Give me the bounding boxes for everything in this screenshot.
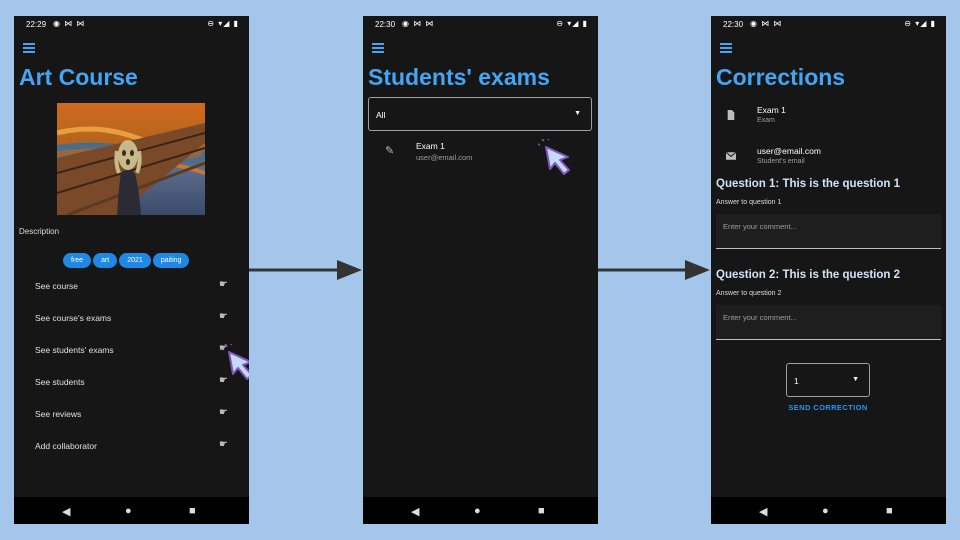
exam-student-email: user@email.com: [416, 153, 473, 162]
exam-filter-select[interactable]: All ▼: [368, 97, 592, 131]
phone-screen-art-course: 22:29 ◉ ⋈ ⋈ ⊖ ▾◢ ▮ Art Course Descriptio…: [14, 16, 249, 524]
question-title: Question 2: This is the question 2: [716, 269, 901, 281]
status-bar: 22:29 ◉ ⋈ ⋈ ⊖ ▾◢ ▮: [14, 16, 249, 34]
comment-field[interactable]: Enter your comment...: [716, 214, 941, 249]
menu-item-see-course-exams[interactable]: See course's exams ☛: [14, 302, 249, 334]
exam-info-row: Exam 1 Exam: [711, 104, 946, 134]
menu-item-see-students[interactable]: See students ☛: [14, 366, 249, 398]
question-answer: Answer to question 2: [716, 290, 782, 297]
grade-value: 1: [794, 376, 799, 386]
menu-item-label: See students' exams: [35, 345, 114, 355]
tag-chip: paiting: [152, 253, 190, 268]
course-image: [57, 103, 205, 215]
android-nav-bar: ◀ ● ■: [14, 497, 249, 524]
page-title: Art Course: [19, 64, 138, 90]
recents-icon[interactable]: ■: [886, 505, 893, 517]
system-icons: ⊖ ▾◢ ▮: [207, 19, 239, 28]
dropdown-arrow-icon: ▼: [852, 376, 859, 383]
menu-item-label: See course: [35, 281, 78, 291]
notification-icons: ◉ ⋈ ⋈: [750, 19, 783, 28]
notification-icons: ◉ ⋈ ⋈: [402, 19, 435, 28]
home-icon[interactable]: ●: [822, 505, 829, 517]
question-answer: Answer to question 1: [716, 199, 782, 206]
hamburger-menu-icon[interactable]: [372, 43, 384, 53]
menu-item-label: See course's exams: [35, 313, 112, 323]
recents-icon[interactable]: ■: [538, 505, 545, 517]
menu-item-label: Add collaborator: [35, 441, 97, 451]
dropdown-arrow-icon: ▼: [574, 110, 581, 117]
thumb-icon: ☛: [219, 311, 228, 322]
description-label: Description: [19, 227, 60, 236]
menu-item-add-collaborator[interactable]: Add collaborator ☛: [14, 430, 249, 462]
pencil-icon: ✎: [385, 145, 395, 157]
mail-icon: [726, 151, 736, 160]
tag-chip: art: [93, 253, 118, 268]
menu-item-see-course[interactable]: See course ☛: [14, 270, 249, 302]
filter-value: All: [376, 110, 386, 120]
menu-item-label: See students: [35, 377, 85, 387]
home-icon[interactable]: ●: [125, 505, 132, 517]
back-icon[interactable]: ◀: [62, 505, 70, 518]
home-icon[interactable]: ●: [474, 505, 481, 517]
status-bar: 22:30 ◉ ⋈ ⋈ ⊖ ▾◢ ▮: [711, 16, 946, 34]
email-info-row: user@email.com Student's email: [711, 145, 946, 175]
grade-select[interactable]: 1 ▼: [786, 363, 870, 397]
hamburger-menu-icon[interactable]: [720, 43, 732, 53]
menu-item-label: See reviews: [35, 409, 82, 419]
thumb-icon: ☛: [219, 407, 228, 418]
send-correction-button[interactable]: SEND CORRECTION: [781, 403, 875, 412]
tag-chip: 2021: [119, 253, 151, 268]
menu-item-see-reviews[interactable]: See reviews ☛: [14, 398, 249, 430]
document-icon: [727, 110, 735, 120]
phone-screen-students-exams: 22:30 ◉ ⋈ ⋈ ⊖ ▾◢ ▮ Students' exams All ▼…: [363, 16, 598, 524]
page-title: Corrections: [716, 64, 846, 90]
question-title: Question 1: This is the question 1: [716, 178, 901, 190]
phone-screen-corrections: 22:30 ◉ ⋈ ⋈ ⊖ ▾◢ ▮ Corrections Exam 1 Ex…: [711, 16, 946, 524]
status-time: 22:29: [26, 20, 47, 29]
notification-icons: ◉ ⋈ ⋈: [53, 19, 86, 28]
exam-name: Exam 1: [416, 141, 445, 151]
menu-item-see-students-exams[interactable]: See students' exams ☛: [14, 334, 249, 366]
status-time: 22:30: [375, 20, 396, 29]
student-email: user@email.com: [757, 146, 821, 156]
recents-icon[interactable]: ■: [189, 505, 196, 517]
click-cursor-icon: [538, 139, 570, 175]
tag-chip: free: [63, 253, 92, 268]
android-nav-bar: ◀ ● ■: [711, 497, 946, 524]
email-caption: Student's email: [757, 158, 805, 165]
back-icon[interactable]: ◀: [759, 505, 767, 518]
system-icons: ⊖ ▾◢ ▮: [904, 19, 936, 28]
comment-placeholder: Enter your comment...: [723, 222, 797, 231]
tag-list: free art 2021 paiting: [63, 249, 191, 268]
comment-placeholder: Enter your comment...: [723, 313, 797, 322]
flow-arrow-icon: [598, 260, 710, 280]
thumb-icon: ☛: [219, 279, 228, 290]
hamburger-menu-icon[interactable]: [23, 43, 35, 53]
course-menu: See course ☛ See course's exams ☛ See st…: [14, 270, 249, 462]
exam-name: Exam 1: [757, 105, 786, 115]
android-nav-bar: ◀ ● ■: [363, 497, 598, 524]
comment-field[interactable]: Enter your comment...: [716, 305, 941, 340]
exam-caption: Exam: [757, 117, 775, 124]
click-cursor-icon: [221, 344, 249, 380]
page-title: Students' exams: [368, 64, 550, 90]
status-bar: 22:30 ◉ ⋈ ⋈ ⊖ ▾◢ ▮: [363, 16, 598, 34]
back-icon[interactable]: ◀: [411, 505, 419, 518]
thumb-icon: ☛: [219, 439, 228, 450]
system-icons: ⊖ ▾◢ ▮: [556, 19, 588, 28]
status-time: 22:30: [723, 20, 744, 29]
flow-arrow-icon: [249, 260, 362, 280]
